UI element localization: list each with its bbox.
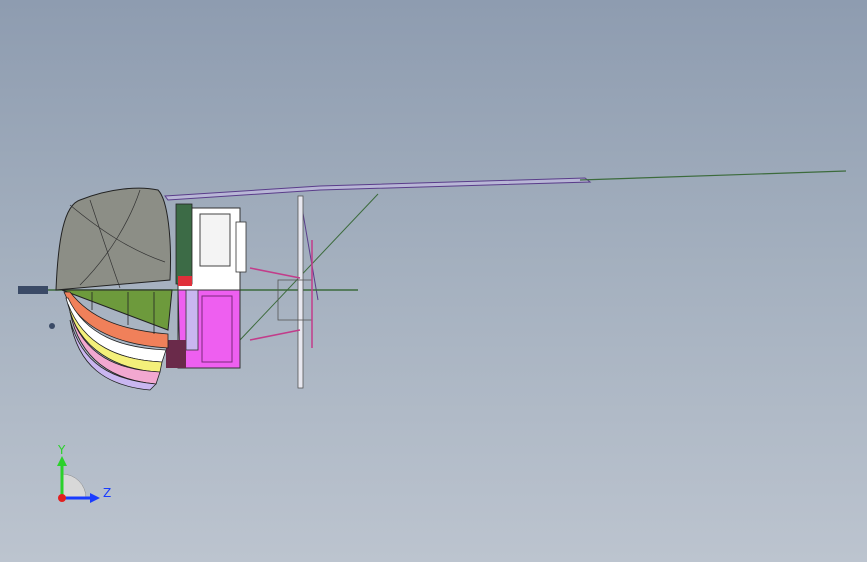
mast bbox=[249, 195, 313, 389]
rod-end bbox=[18, 286, 48, 294]
coordinate-triad bbox=[40, 438, 130, 518]
graphics-viewport[interactable]: Y Z bbox=[0, 0, 867, 562]
wing-spar bbox=[164, 177, 592, 201]
bucket bbox=[49, 289, 173, 391]
z-axis-label: Z bbox=[103, 486, 112, 500]
hood bbox=[55, 187, 171, 291]
y-axis-label: Y bbox=[58, 443, 66, 457]
triad-icon bbox=[57, 456, 100, 503]
wing-tip-line bbox=[579, 170, 847, 181]
cabin bbox=[166, 203, 247, 369]
brace-line-1 bbox=[239, 193, 379, 341]
aircraft-model[interactable] bbox=[0, 0, 867, 562]
